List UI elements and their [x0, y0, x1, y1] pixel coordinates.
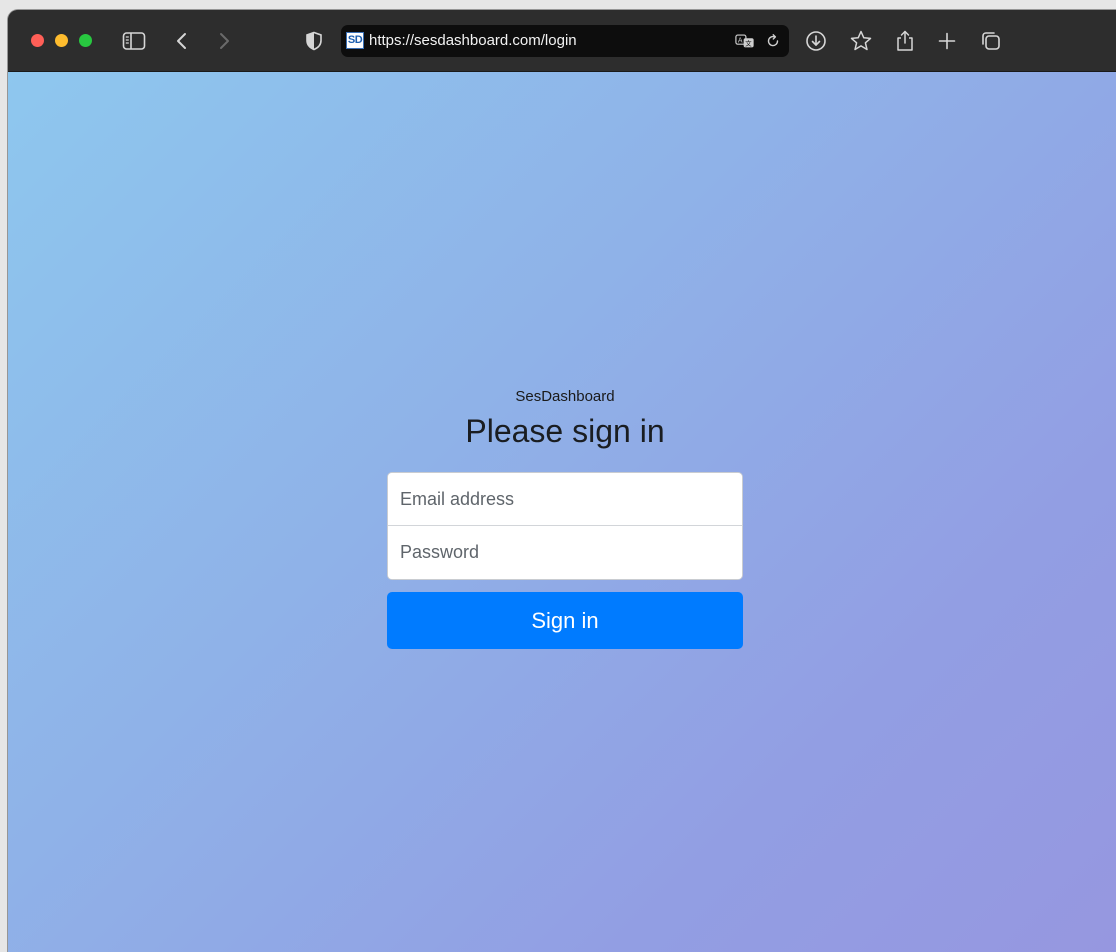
star-icon[interactable] [848, 28, 874, 54]
email-field[interactable] [388, 473, 742, 526]
minimize-window-button[interactable] [55, 34, 68, 47]
credentials-group [387, 472, 743, 580]
translate-icon[interactable]: A 文 [735, 31, 755, 51]
chevron-left-icon[interactable] [169, 28, 195, 54]
plus-icon[interactable] [934, 28, 960, 54]
share-icon[interactable] [892, 28, 918, 54]
site-favicon: SD [346, 32, 364, 49]
chevron-right-icon[interactable] [211, 28, 237, 54]
close-window-button[interactable] [31, 34, 44, 47]
sidebar-icon[interactable] [121, 28, 147, 54]
url-text[interactable]: https://sesdashboard.com/login [369, 32, 577, 49]
svg-text:A: A [738, 36, 743, 44]
page-title: Please sign in [465, 413, 665, 449]
login-form: SesDashboard Please sign in Sign in [387, 387, 743, 649]
svg-text:文: 文 [745, 39, 752, 48]
download-icon[interactable] [803, 28, 829, 54]
zoom-window-button[interactable] [79, 34, 92, 47]
browser-window: SD https://sesdashboard.com/login A 文 Se… [8, 10, 1116, 952]
page-content: SesDashboard Please sign in Sign in [8, 72, 1116, 952]
sign-in-button[interactable]: Sign in [387, 592, 743, 649]
browser-toolbar: SD https://sesdashboard.com/login A 文 [8, 10, 1116, 72]
reload-icon[interactable] [763, 31, 783, 51]
tab-overview-icon[interactable] [978, 28, 1004, 54]
shield-icon[interactable] [301, 28, 327, 54]
password-field[interactable] [388, 526, 742, 579]
address-bar[interactable]: SD https://sesdashboard.com/login A 文 [341, 25, 789, 57]
brand-name: SesDashboard [515, 388, 615, 405]
